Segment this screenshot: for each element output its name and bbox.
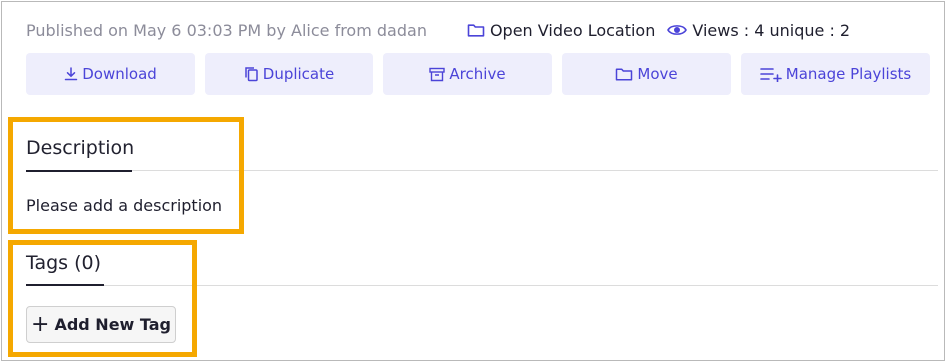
- download-label: Download: [82, 65, 157, 83]
- move-label: Move: [637, 65, 678, 83]
- video-meta-row: Published on May 6 03:03 PM by Alice fro…: [26, 19, 926, 41]
- published-info: Published on May 6 03:03 PM by Alice fro…: [26, 20, 427, 40]
- archive-label: Archive: [449, 65, 506, 83]
- eye-icon: [667, 23, 688, 37]
- open-video-location-link[interactable]: Open Video Location: [467, 21, 655, 40]
- download-icon: [64, 67, 78, 81]
- description-highlight-box: [8, 117, 244, 234]
- archive-button[interactable]: Archive: [383, 53, 552, 95]
- manage-playlists-label: Manage Playlists: [785, 65, 912, 83]
- folder-icon: [467, 22, 485, 38]
- archive-icon: [429, 67, 446, 82]
- playlist-add-icon: [759, 66, 782, 82]
- duplicate-button[interactable]: Duplicate: [205, 53, 373, 95]
- move-button[interactable]: Move: [562, 53, 731, 95]
- duplicate-icon: [244, 66, 259, 82]
- duplicate-label: Duplicate: [262, 65, 335, 83]
- open-video-location-label: Open Video Location: [489, 20, 656, 40]
- manage-playlists-button[interactable]: Manage Playlists: [741, 53, 930, 95]
- views-label: Views : 4 unique : 2: [692, 20, 851, 40]
- views-count: Views : 4 unique : 2: [667, 21, 850, 40]
- folder-icon: [615, 66, 633, 82]
- download-button[interactable]: Download: [26, 53, 195, 95]
- tags-highlight-box: [8, 240, 197, 357]
- action-toolbar: Download Duplicate Archive Move Manage P…: [26, 53, 930, 95]
